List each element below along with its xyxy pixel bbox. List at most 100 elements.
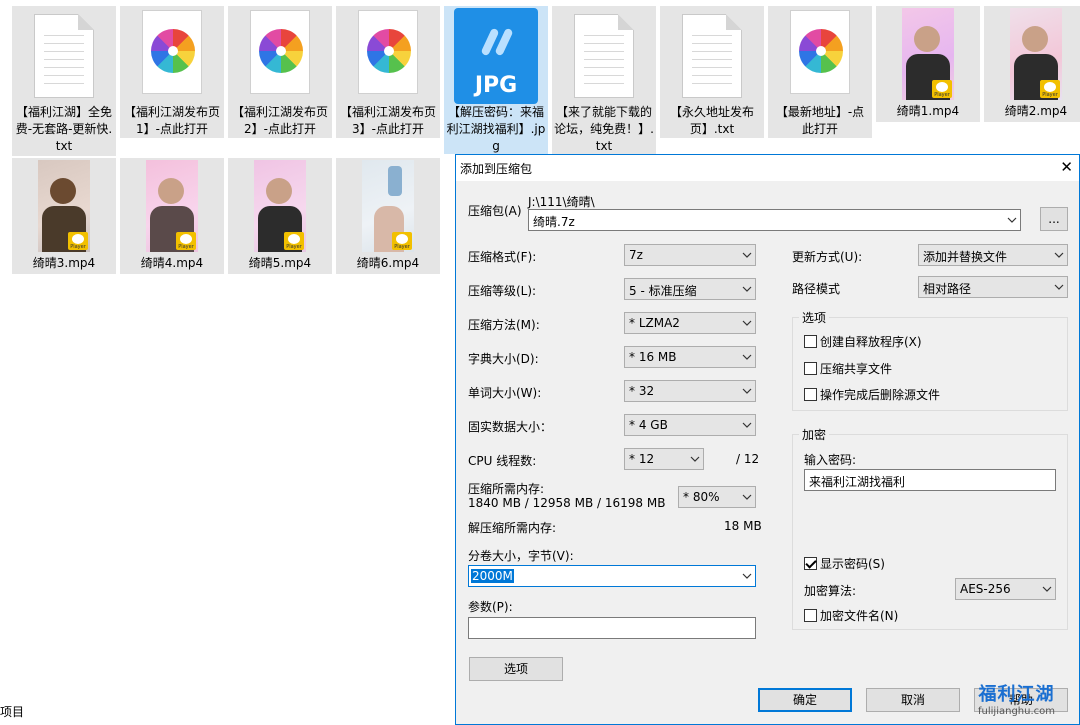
checkbox-checked-icon	[804, 557, 817, 570]
path-mode-label: 路径模式	[792, 282, 841, 296]
solid-block-label: 固实数据大小：	[468, 420, 553, 434]
encryption-method-label: 加密算法:	[804, 584, 857, 598]
file-name: 绮晴1.mp4	[896, 104, 960, 118]
parameters-input[interactable]	[468, 617, 756, 639]
file-name: 【解压密码：来福利江湖找福利】.jpg	[446, 105, 546, 153]
chevron-down-icon	[1054, 284, 1064, 290]
close-icon[interactable]: ✕	[1060, 159, 1073, 175]
format-select[interactable]: 7z	[624, 244, 756, 266]
file-item[interactable]: 【福利江湖发布页2】-点此打开	[228, 6, 332, 138]
watermark-url: fulijianghu.com	[978, 706, 1055, 717]
dialog-titlebar[interactable]: 添加到压缩包 ✕	[456, 155, 1079, 181]
update-mode-label: 更新方式(U):	[792, 250, 863, 264]
method-select[interactable]: * LZMA2	[624, 312, 756, 334]
file-item[interactable]: 【来了就能下载的论坛，纯免费！】.txt	[552, 6, 656, 154]
file-item[interactable]: 【福利江湖发布页1】-点此打开	[120, 6, 224, 138]
create-sfx-checkbox[interactable]: 创建自释放程序(X)	[804, 333, 922, 350]
file-item[interactable]: Player 绮晴4.mp4	[120, 158, 224, 274]
add-to-archive-dialog: 添加到压缩包 ✕ 压缩包(A) J:\111\绮晴\ 绮晴.7z ... 压缩格…	[455, 154, 1080, 725]
file-item[interactable]: Player 绮晴2.mp4	[984, 6, 1080, 122]
chevron-down-icon	[742, 320, 752, 326]
memory-detail: 1840 MB / 12958 MB / 16198 MB	[468, 496, 666, 510]
file-name: 【福利江湖发布页1】-点此打开	[123, 105, 220, 136]
update-mode-select[interactable]: 添加并替换文件	[918, 244, 1068, 266]
video-thumbnail-icon: Player	[902, 8, 954, 100]
file-name: 【来了就能下载的论坛，纯免费！】.txt	[554, 105, 654, 153]
chevron-down-icon	[742, 252, 752, 258]
level-select[interactable]: 5 - 标准压缩	[624, 278, 756, 300]
file-item[interactable]: 【最新地址】-点此打开	[768, 6, 872, 138]
status-bar-items: 项目	[0, 705, 25, 719]
checkbox-icon	[804, 609, 817, 622]
chevron-down-icon	[742, 494, 752, 500]
pinwheel-shortcut-icon	[142, 10, 202, 94]
checkbox-icon	[804, 362, 817, 375]
chevron-down-icon	[742, 286, 752, 292]
solid-block-select[interactable]: * 4 GB	[624, 414, 756, 436]
volume-size-combo[interactable]: 2000M	[468, 565, 756, 587]
text-file-icon	[682, 14, 742, 98]
cpu-threads-select[interactable]: * 12	[624, 448, 704, 470]
show-password-checkbox[interactable]: 显示密码(S)	[804, 555, 885, 572]
password-input[interactable]: 来福利江湖找福利	[804, 469, 1056, 491]
chevron-down-icon	[742, 354, 752, 360]
ok-button[interactable]: 确定	[758, 688, 852, 712]
file-item[interactable]: Player 绮晴5.mp4	[228, 158, 332, 274]
dictionary-select[interactable]: * 16 MB	[624, 346, 756, 368]
watermark-text: 福利江湖	[978, 684, 1055, 705]
file-name: 【福利江湖发布页3】-点此打开	[339, 105, 436, 136]
cpu-threads-label: CPU 线程数:	[468, 454, 537, 468]
video-thumbnail-icon: Player	[38, 160, 90, 252]
file-name: 【福利江湖】全免费-无套路-更新快.txt	[15, 105, 113, 153]
volume-size-label: 分卷大小，字节(V):	[468, 549, 574, 563]
video-thumbnail-icon: Player	[254, 160, 306, 252]
text-file-icon	[574, 14, 634, 98]
browse-button[interactable]: ...	[1040, 207, 1068, 231]
memory-percent-select[interactable]: * 80%	[678, 486, 756, 508]
file-item[interactable]: 【永久地址发布页】.txt	[660, 6, 764, 138]
watermark-logo: 福利江湖 fulijianghu.com	[978, 680, 1055, 717]
jpg-file-icon: JPG	[454, 8, 538, 104]
pinwheel-shortcut-icon	[250, 10, 310, 94]
chevron-down-icon	[1007, 217, 1017, 223]
options-button[interactable]: 选项	[469, 657, 563, 681]
file-name: 【永久地址发布页】.txt	[669, 105, 754, 136]
dictionary-label: 字典大小(D):	[468, 352, 539, 366]
method-label: 压缩方法(M):	[468, 318, 540, 332]
password-label: 输入密码:	[804, 453, 857, 467]
checkbox-icon	[804, 388, 817, 401]
file-item[interactable]: Player 绮晴6.mp4	[336, 158, 440, 274]
archive-name-combo[interactable]: 绮晴.7z	[528, 209, 1021, 231]
word-size-label: 单词大小(W):	[468, 386, 542, 400]
text-file-icon	[34, 14, 94, 98]
dialog-title: 添加到压缩包	[460, 162, 533, 176]
file-name: 绮晴2.mp4	[1004, 104, 1068, 118]
file-item[interactable]: 【福利江湖】全免费-无套路-更新快.txt	[12, 6, 116, 156]
file-name: 绮晴3.mp4	[32, 256, 96, 270]
checkbox-icon	[804, 335, 817, 348]
archive-label: 压缩包(A)	[468, 204, 522, 218]
file-item[interactable]: 【福利江湖发布页3】-点此打开	[336, 6, 440, 138]
file-name: 绮晴4.mp4	[140, 256, 204, 270]
chevron-down-icon	[690, 456, 700, 462]
encryption-method-select[interactable]: AES-256	[955, 578, 1056, 600]
chevron-down-icon	[742, 422, 752, 428]
cancel-button[interactable]: 取消	[866, 688, 960, 712]
cpu-threads-total: / 12	[736, 452, 760, 466]
file-item-selected[interactable]: JPG 【解压密码：来福利江湖找福利】.jpg	[444, 6, 548, 154]
memory-label: 压缩所需内存:	[468, 482, 545, 496]
video-thumbnail-icon: Player	[362, 160, 414, 252]
decompress-memory-value: 18 MB	[724, 519, 762, 533]
file-item[interactable]: Player 绮晴1.mp4	[876, 6, 980, 122]
level-label: 压缩等级(L):	[468, 284, 537, 298]
file-item[interactable]: Player 绮晴3.mp4	[12, 158, 116, 274]
jpg-badge: JPG	[474, 73, 518, 98]
word-size-select[interactable]: * 32	[624, 380, 756, 402]
video-thumbnail-icon: Player	[1010, 8, 1062, 100]
delete-after-checkbox[interactable]: 操作完成后删除源文件	[804, 386, 940, 403]
compress-shared-checkbox[interactable]: 压缩共享文件	[804, 360, 892, 377]
chevron-down-icon	[1054, 252, 1064, 258]
encrypt-filenames-checkbox[interactable]: 加密文件名(N)	[804, 607, 898, 624]
encryption-group-label: 加密	[799, 426, 830, 443]
path-mode-select[interactable]: 相对路径	[918, 276, 1068, 298]
